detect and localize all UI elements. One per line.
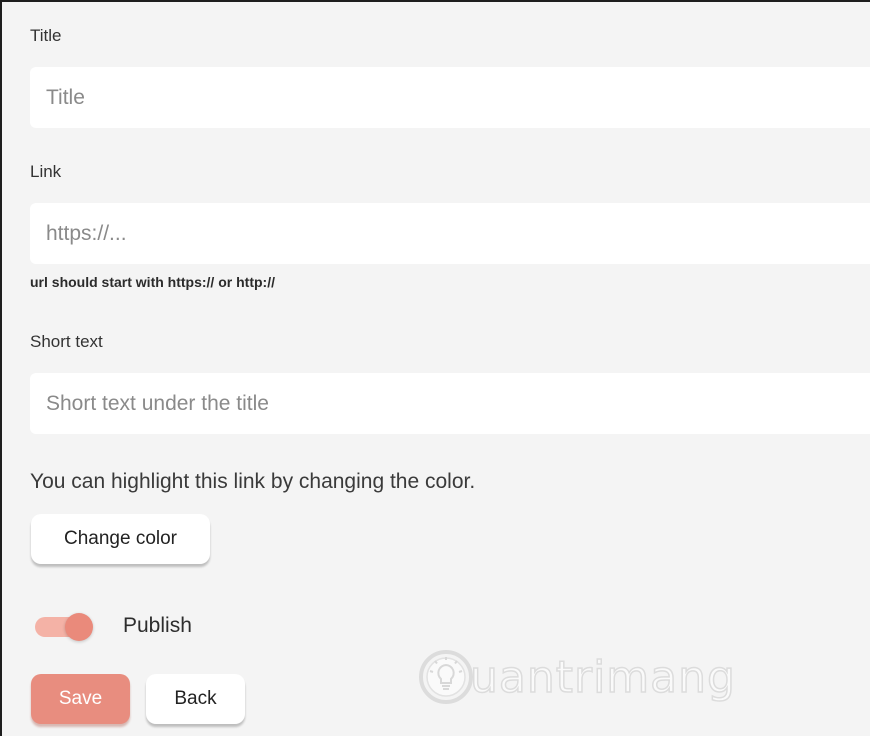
change-color-button[interactable]: Change color	[31, 514, 210, 564]
watermark-logo-icon	[419, 650, 473, 704]
save-button[interactable]: Save	[31, 674, 130, 724]
watermark: uantrimang	[416, 642, 736, 712]
watermark-text: uantrimang	[469, 651, 736, 704]
publish-label: Publish	[123, 614, 192, 637]
short-text-label: Short text	[30, 332, 103, 351]
link-hint: url should start with https:// or http:/…	[30, 274, 275, 290]
publish-toggle[interactable]	[35, 613, 95, 641]
color-info-text: You can highlight this link by changing …	[30, 470, 476, 493]
back-button[interactable]: Back	[146, 674, 245, 724]
link-editor-panel: Title Link url should start with https:/…	[0, 0, 870, 736]
toggle-knob	[65, 613, 93, 641]
link-input[interactable]	[30, 203, 870, 264]
title-input[interactable]	[30, 67, 870, 128]
short-text-input[interactable]	[30, 373, 870, 434]
link-label: Link	[30, 162, 62, 181]
title-label: Title	[30, 26, 62, 45]
